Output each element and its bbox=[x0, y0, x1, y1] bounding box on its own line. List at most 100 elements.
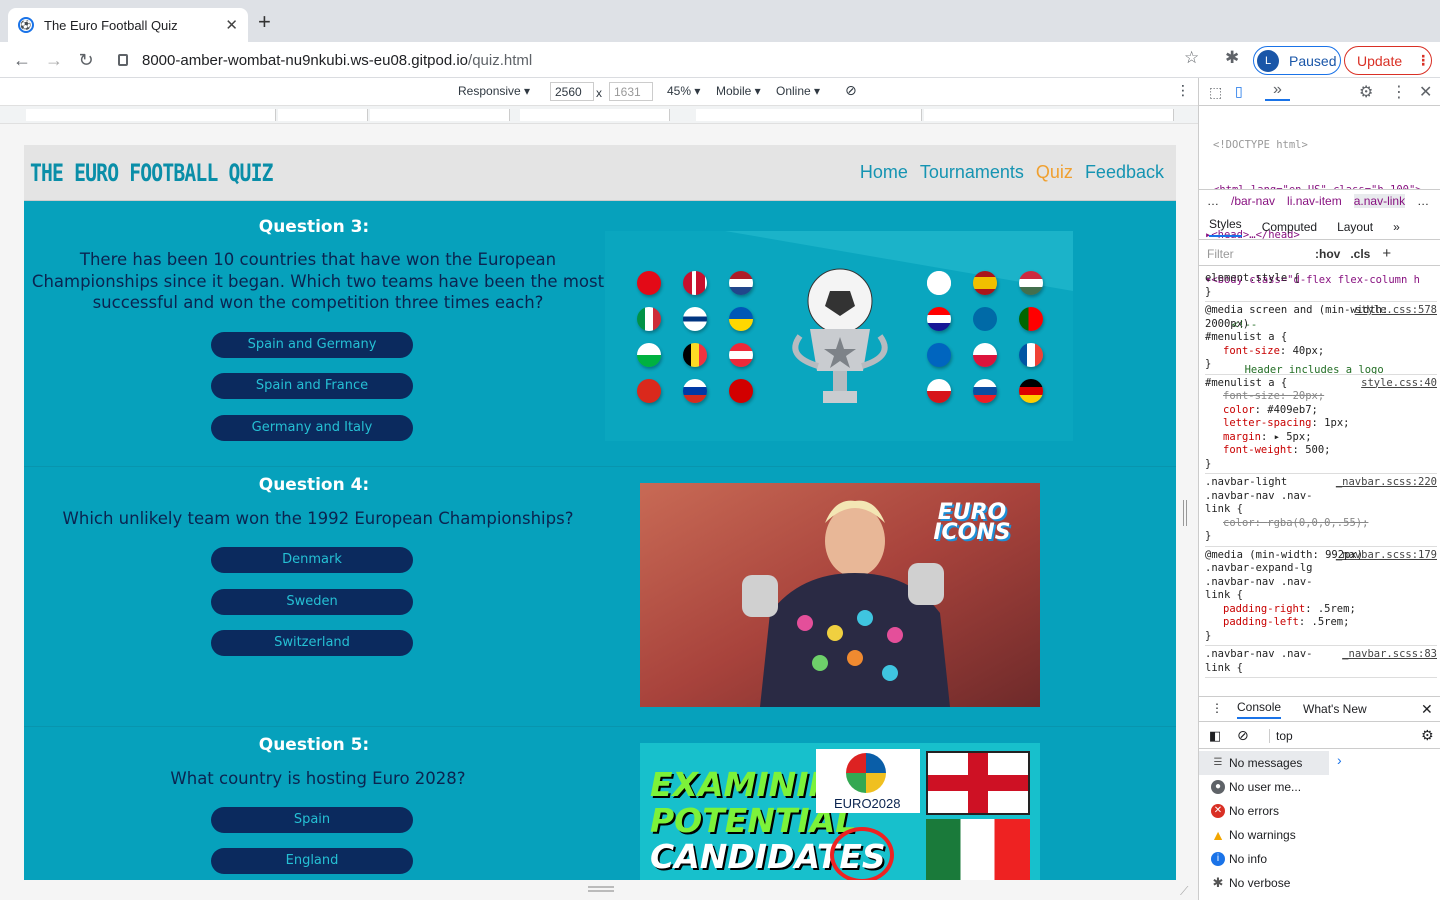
styles-filter-input[interactable]: Filter bbox=[1207, 247, 1307, 261]
address-bar[interactable]: 8000-amber-wombat-nu9nkubi.ws-eu08.gitpo… bbox=[108, 46, 1212, 74]
device-toolbar: Responsive ▾ 2560 x 1631 45% ▾ Mobile ▾ … bbox=[0, 78, 1198, 106]
css-declaration[interactable]: color: rgba(0,0,0,.55); bbox=[1205, 517, 1437, 531]
forward-arrow-icon[interactable]: → bbox=[42, 48, 66, 72]
css-declaration[interactable]: font-size: 20px; bbox=[1205, 390, 1437, 404]
more-subtabs-icon[interactable]: » bbox=[1393, 220, 1400, 234]
css-declaration[interactable]: color: #409eb7; bbox=[1205, 404, 1437, 418]
breadcrumb-item[interactable]: … bbox=[1207, 194, 1219, 208]
css-declaration[interactable]: font-weight: 500; bbox=[1205, 444, 1437, 458]
answer-button[interactable]: Spain and France bbox=[211, 373, 413, 399]
rule-source-link[interactable]: style.css:40 bbox=[1361, 377, 1437, 391]
close-drawer-icon[interactable]: ✕ bbox=[1421, 701, 1433, 718]
devtools-menu-icon[interactable]: ⋮ bbox=[1391, 82, 1407, 102]
reload-icon[interactable]: ↻ bbox=[74, 48, 98, 72]
browser-tab[interactable]: ⚽ The Euro Football Quiz ✕ bbox=[8, 8, 248, 42]
nav-link-tournaments[interactable]: Tournaments bbox=[920, 162, 1024, 183]
height-input[interactable]: 1631 bbox=[609, 82, 653, 101]
console-filter-item[interactable]: i No info bbox=[1199, 847, 1329, 871]
console-settings-icon[interactable]: ⚙ bbox=[1421, 727, 1434, 744]
breadcrumb-item[interactable]: a.nav-link bbox=[1353, 193, 1406, 208]
nav-link-quiz[interactable]: Quiz bbox=[1036, 162, 1073, 183]
rule-source-link[interactable]: _navbar.scss:220 bbox=[1336, 476, 1437, 490]
corner-resize-handle[interactable]: ⟋ bbox=[1180, 884, 1188, 899]
css-property: font-size bbox=[1223, 390, 1280, 402]
css-rule[interactable]: _navbar.scss:83 .navbar-nav .nav- link { bbox=[1205, 646, 1437, 678]
css-property: margin bbox=[1223, 430, 1261, 443]
answer-button[interactable]: Sweden bbox=[211, 589, 413, 615]
console-prompt-icon[interactable]: › bbox=[1337, 752, 1342, 768]
nav-link-home[interactable]: Home bbox=[860, 162, 908, 183]
css-rule[interactable]: style.css:578 @media screen and (min-widt… bbox=[1205, 302, 1437, 375]
side-resize-handle[interactable] bbox=[1183, 500, 1187, 526]
css-value: 20px; bbox=[1292, 390, 1325, 402]
cls-toggle[interactable]: .cls bbox=[1350, 247, 1370, 261]
settings-gear-icon[interactable]: ⚙ bbox=[1359, 82, 1373, 102]
answer-button[interactable]: Denmark bbox=[211, 547, 413, 573]
css-declaration[interactable]: margin: ▸ 5px; bbox=[1205, 431, 1437, 445]
rule-close: } bbox=[1205, 358, 1212, 370]
back-arrow-icon[interactable]: ← bbox=[10, 48, 34, 72]
device-toggle-icon[interactable]: ▯ bbox=[1235, 83, 1243, 100]
zoom-select[interactable]: 45% ▾ bbox=[667, 84, 700, 98]
new-tab-button[interactable]: + bbox=[258, 10, 271, 34]
console-filter-item[interactable]: ● No user me... bbox=[1199, 775, 1329, 799]
nav-link-feedback[interactable]: Feedback bbox=[1085, 162, 1164, 183]
answer-button[interactable]: Germany and Italy bbox=[211, 415, 413, 441]
breadcrumb-item[interactable]: … bbox=[1417, 194, 1429, 208]
console-filter-label: No user me... bbox=[1229, 780, 1302, 794]
styles-subtabs: Styles Computed Layout » bbox=[1199, 214, 1440, 240]
css-rule[interactable]: element.style {} bbox=[1205, 270, 1437, 302]
answer-button[interactable]: Switzerland bbox=[211, 630, 413, 656]
css-rule[interactable]: _navbar.scss:179 @media (min-width: 992px… bbox=[1205, 547, 1437, 646]
console-filter-item[interactable]: ✕ No errors bbox=[1199, 799, 1329, 823]
console-filter-item[interactable]: ▲ No warnings bbox=[1199, 823, 1329, 847]
rotate-icon[interactable]: ⊘ bbox=[845, 82, 857, 99]
sidebar-toggle-icon[interactable]: ◧ bbox=[1209, 728, 1221, 744]
tab-whats-new[interactable]: What's New bbox=[1303, 702, 1367, 716]
css-declaration[interactable]: letter-spacing: 1px; bbox=[1205, 417, 1437, 431]
answer-button[interactable]: England bbox=[211, 848, 413, 874]
update-button[interactable]: Update ⋮ bbox=[1344, 46, 1432, 75]
clear-console-icon[interactable]: ⊘ bbox=[1237, 727, 1249, 744]
close-icon[interactable]: ✕ bbox=[1419, 82, 1432, 102]
css-value: 1px; bbox=[1324, 417, 1350, 429]
css-rule[interactable]: style.css:40 #menulist a {font-size: 20px… bbox=[1205, 375, 1437, 474]
context-select[interactable]: top bbox=[1269, 728, 1393, 743]
tab-styles[interactable]: Styles bbox=[1209, 217, 1242, 237]
css-declaration[interactable]: padding-right: .5rem; bbox=[1205, 603, 1437, 617]
new-rule-button[interactable]: + bbox=[1382, 245, 1391, 262]
css-rule[interactable]: _navbar.scss:220 .navbar-light .navbar-na… bbox=[1205, 474, 1437, 547]
answer-button[interactable]: Spain and Germany bbox=[211, 332, 413, 358]
site-logo[interactable]: THE EURO FOOTBALL QUIZ bbox=[30, 159, 273, 187]
responsive-select[interactable]: Responsive ▾ bbox=[458, 84, 530, 98]
network-throttle-select[interactable]: Online ▾ bbox=[776, 84, 820, 98]
css-declaration[interactable]: padding-left: .5rem; bbox=[1205, 616, 1437, 630]
profile-button[interactable]: L Paused bbox=[1253, 46, 1341, 75]
tab-computed[interactable]: Computed bbox=[1262, 220, 1317, 234]
bookmark-star-icon[interactable]: ☆ bbox=[1184, 48, 1199, 68]
dom-line[interactable]: <!DOCTYPE html> bbox=[1213, 138, 1422, 153]
console-filter-item[interactable]: ✱ No verbose bbox=[1199, 871, 1329, 895]
css-declaration[interactable]: font-size: 40px; bbox=[1205, 345, 1437, 359]
styles-pane[interactable]: element.style {} style.css:578 @media scre… bbox=[1205, 270, 1437, 678]
tab-console[interactable]: Console bbox=[1237, 700, 1282, 719]
tab-close-icon[interactable]: ✕ bbox=[225, 16, 238, 34]
viewport-resize-handle[interactable] bbox=[588, 886, 614, 892]
tab-layout[interactable]: Layout bbox=[1337, 220, 1373, 234]
answer-button[interactable]: Spain bbox=[211, 807, 413, 833]
rule-source-link[interactable]: _navbar.scss:83 bbox=[1342, 648, 1437, 662]
device-more-icon[interactable]: ⋮ bbox=[1176, 82, 1190, 99]
width-input[interactable]: 2560 bbox=[550, 82, 594, 101]
avatar: L bbox=[1257, 49, 1279, 72]
breadcrumb-item[interactable]: li.nav-item bbox=[1287, 194, 1342, 208]
more-tabs-icon[interactable]: » bbox=[1265, 81, 1290, 101]
breadcrumb-item[interactable]: /bar-nav bbox=[1231, 194, 1275, 208]
extensions-puzzle-icon[interactable]: ✱ bbox=[1225, 48, 1239, 68]
device-type-select[interactable]: Mobile ▾ bbox=[716, 84, 761, 98]
console-filter-item[interactable]: ☰ No messages bbox=[1199, 751, 1329, 775]
media-query-ruler[interactable] bbox=[0, 106, 1198, 124]
inspect-icon[interactable]: ⬚ bbox=[1209, 84, 1222, 101]
euro2028-logo: EURO2028 bbox=[816, 749, 920, 813]
drawer-menu-icon[interactable]: ⋮ bbox=[1211, 701, 1223, 715]
hov-toggle[interactable]: :hov bbox=[1315, 247, 1340, 261]
